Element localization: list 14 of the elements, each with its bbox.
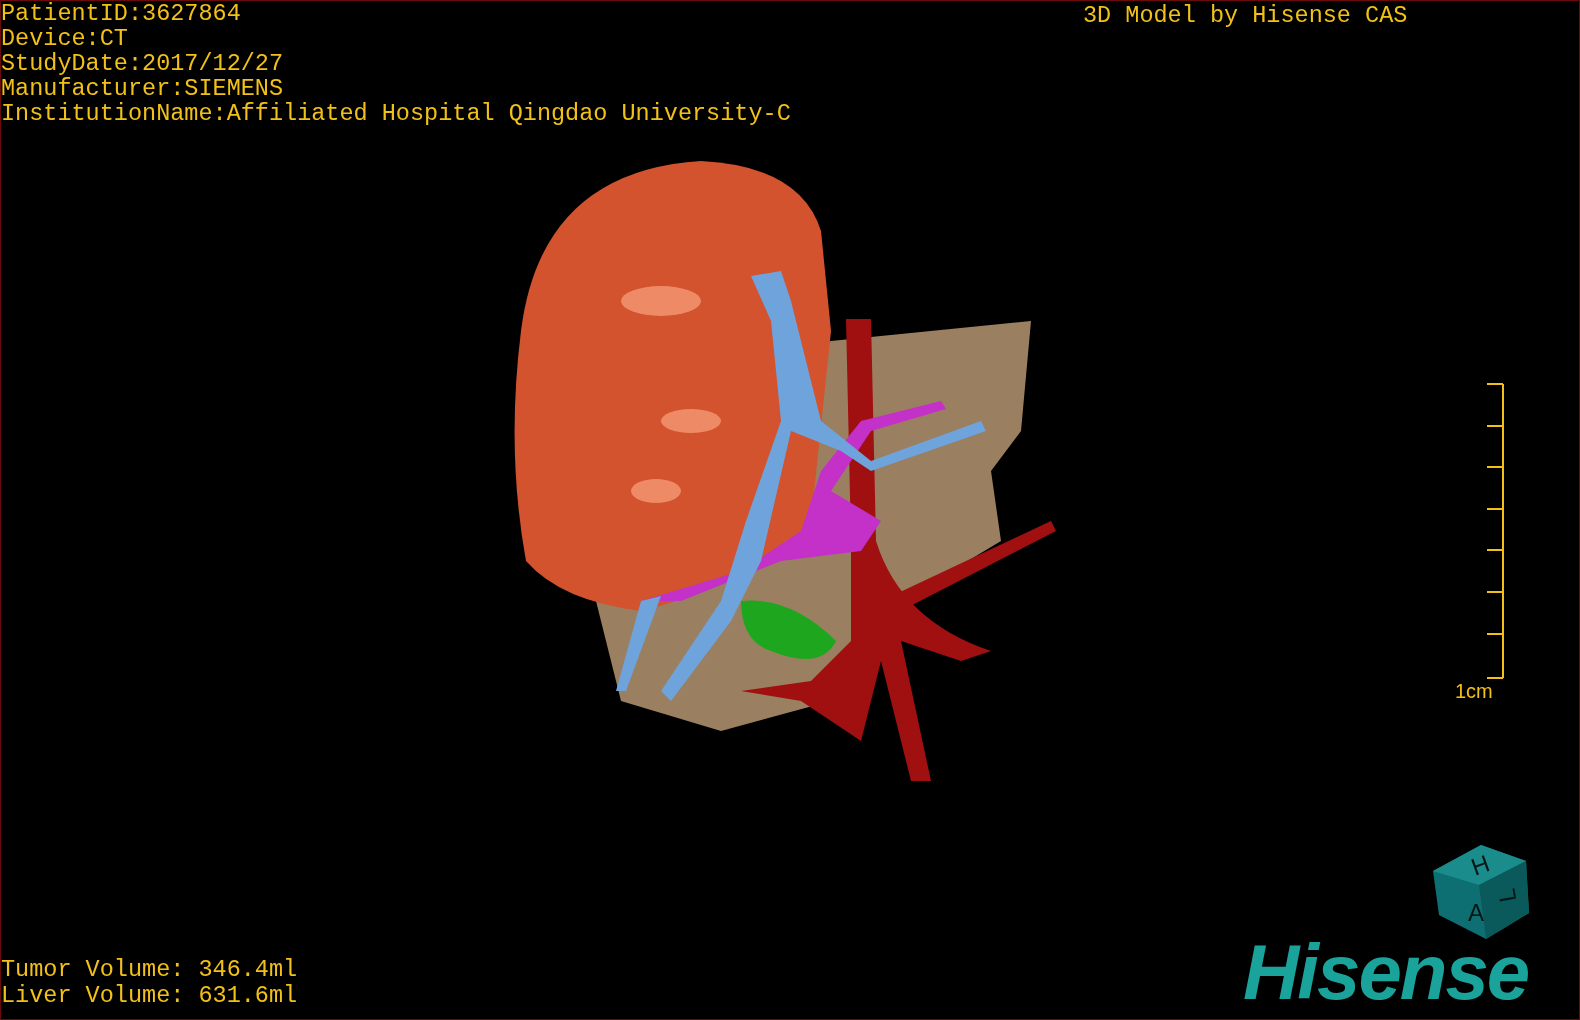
cube-face-label: L	[1492, 886, 1522, 905]
cube-face-label: H	[1467, 849, 1494, 881]
scale-label: 1cm	[1455, 679, 1493, 703]
info-line: PatientID:3627864	[1, 1, 241, 26]
info-line: InstitutionName:Affiliated Hospital Qingdao University-C	[1, 101, 791, 126]
info-line: StudyDate:2017/12/27	[1, 51, 284, 76]
volume-readout: Liver Volume: 631.6ml	[1, 983, 298, 1009]
cube-face-label: A	[1468, 899, 1484, 927]
info-line: Device:CT	[1, 26, 128, 51]
info-line: Manufacturer:SIEMENS	[1, 76, 284, 101]
scale-bar-icon	[1485, 383, 1505, 679]
logo: Hisense	[1243, 927, 1529, 1017]
volume-readout: Tumor Volume: 346.4ml	[1, 957, 298, 983]
model-credit: 3D Model by Hisense CAS	[1083, 1, 1408, 31]
